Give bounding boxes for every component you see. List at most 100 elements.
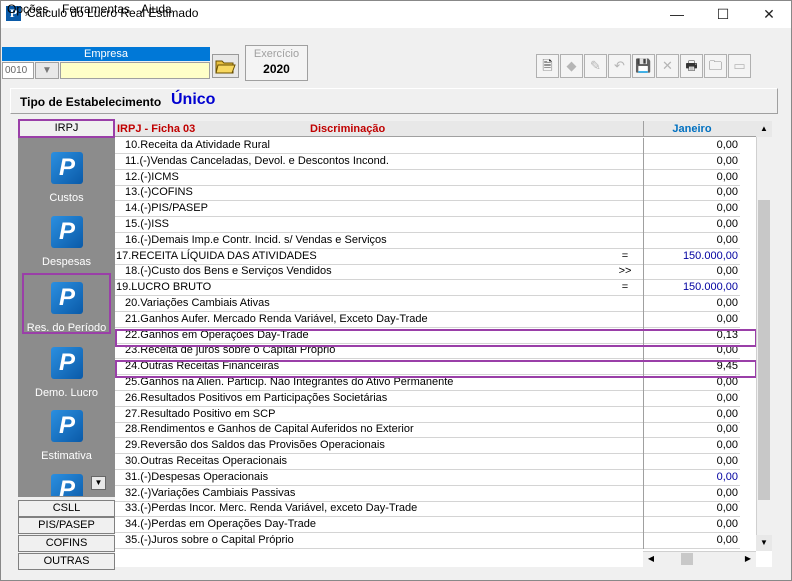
arrow-right-icon: ▶	[744, 554, 752, 563]
table-row[interactable]: 28.Rendimentos e Ganhos de Capital Aufer…	[115, 422, 740, 439]
row-value-cell[interactable]: 0,00	[643, 296, 740, 312]
row-value-cell[interactable]: 0,00	[643, 454, 740, 470]
tab-pispasep[interactable]: PIS/PASEP	[18, 517, 115, 534]
tools-icon: ✎	[590, 58, 601, 73]
row-description: 35.(-)Juros sobre o Capital Próprio	[125, 534, 294, 546]
diamond-button[interactable]: ◆	[560, 54, 583, 78]
close-button[interactable]: ✕	[746, 0, 792, 28]
delete-button[interactable]: ✕	[656, 54, 679, 78]
scroll-left-button[interactable]: ◀	[643, 551, 659, 567]
table-row[interactable]: 26.Resultados Positivos em Participações…	[115, 390, 740, 407]
tab-outras[interactable]: OUTRAS	[18, 553, 115, 570]
table-row[interactable]: 18.(-)Custo dos Bens e Serviços Vendidos…	[115, 264, 740, 281]
row-description: 34.(-)Perdas em Operações Day-Trade	[125, 518, 316, 531]
table-row[interactable]: 19.LUCRO BRUTO = 150.000,00	[115, 280, 740, 297]
row-value-cell[interactable]: 0,00	[643, 311, 740, 328]
scroll-up-button[interactable]: ▲	[756, 121, 772, 137]
row-value-cell[interactable]: 0,00	[643, 138, 740, 154]
table-row[interactable]: 30.Outras Receitas Operacionais 0,00	[115, 454, 740, 470]
table-row[interactable]: 27.Resultado Positivo em SCP 0,00	[115, 406, 740, 423]
table-row[interactable]: 13.(-)COFINS 0,00	[115, 185, 740, 202]
table-row[interactable]: 31.(-)Despesas Operacionais 0,00	[115, 469, 740, 486]
table-row[interactable]: 17.RECEITA LÍQUIDA DAS ATIVIDADES = 150.00…	[115, 248, 740, 265]
row-value-cell[interactable]: 0,00	[643, 153, 740, 170]
print-button[interactable]: 🖶	[680, 54, 703, 78]
row-value-cell[interactable]: 0,00	[643, 217, 740, 233]
row-value-cell[interactable]: 0,00	[643, 390, 740, 407]
folders-button[interactable]: 🗀	[704, 54, 727, 78]
table-row[interactable]: 14.(-)PIS/PASEP 0,00	[115, 201, 740, 218]
empresa-name-field[interactable]	[60, 62, 210, 79]
table-row[interactable]: 35.(-)Juros sobre o Capital Próprio 0,00	[115, 533, 740, 549]
module-4[interactable]: P Estimativa	[18, 410, 115, 472]
tab-csll[interactable]: CSLL	[18, 500, 115, 517]
row-value-cell[interactable]: 0,00	[643, 201, 740, 218]
tipo-estabelecimento-label: Tipo de Estabelecimento	[20, 95, 162, 109]
module-label: Custos	[49, 192, 84, 204]
table-row[interactable]: 12.(-)ICMS 0,00	[115, 169, 740, 186]
window-button[interactable]: ▭	[728, 54, 751, 78]
table-row[interactable]: 11.(-)Vendas Canceladas, Devol. e Descon…	[115, 153, 740, 170]
horizontal-scroll-thumb[interactable]	[681, 553, 693, 565]
module-p-icon: P	[51, 474, 83, 496]
table-row[interactable]: 29.Reversão dos Saldos das Provisões Ope…	[115, 438, 740, 455]
row-description: 28.Rendimentos e Ganhos de Capital Aufer…	[125, 423, 414, 436]
row-value-cell[interactable]: 0,00	[643, 533, 740, 549]
menu-ferramentas[interactable]: Ferramentas	[62, 2, 130, 16]
row-value-cell[interactable]: 0,00	[643, 169, 740, 186]
row-description: 18.(-)Custo dos Bens e Serviços Vendidos	[125, 265, 332, 278]
minimize-button[interactable]: —	[654, 0, 700, 28]
undo-button[interactable]: ↶	[608, 54, 631, 78]
tab-cofins[interactable]: COFINS	[18, 535, 115, 552]
row-value-cell[interactable]: 0,00	[643, 232, 740, 249]
arrow-down-icon: ▼	[760, 538, 768, 547]
scroll-right-button[interactable]: ▶	[740, 551, 756, 567]
document-button[interactable]: 🗎	[536, 54, 559, 78]
tools-button[interactable]: ✎	[584, 54, 607, 78]
row-description: 27.Resultado Positivo em SCP	[125, 407, 276, 420]
row-value-cell[interactable]: 150.000,00	[643, 248, 740, 265]
grid-header-month: Janeiro	[643, 121, 740, 137]
module-0[interactable]: P Custos	[18, 152, 115, 214]
row-description: 15.(-)ISS	[125, 218, 170, 230]
tipo-estabelecimento-value: Único	[171, 91, 216, 108]
empresa-code-field[interactable]: 0010	[2, 62, 34, 79]
module-p-icon: P	[51, 410, 83, 442]
module-1[interactable]: P Despesas	[18, 216, 115, 278]
table-row[interactable]: 21.Ganhos Aufer. Mercado Renda Variável,…	[115, 311, 740, 328]
exercicio-box[interactable]: Exercício 2020	[245, 45, 308, 81]
undo-icon: ↶	[614, 58, 625, 73]
row-description: 29.Reversão dos Saldos das Provisões Ope…	[125, 439, 385, 452]
row-value-cell[interactable]: 0,00	[643, 422, 740, 439]
table-row[interactable]: 33.(-)Perdas Incor. Merc. Renda Variável…	[115, 501, 740, 518]
row-value-cell[interactable]: 0,00	[643, 485, 740, 502]
row-operator: =	[621, 281, 629, 294]
table-row[interactable]: 16.(-)Demais Imp.e Contr. Incid. s/ Vend…	[115, 232, 740, 249]
row-value-cell[interactable]: 0,00	[643, 469, 740, 486]
table-row[interactable]: 34.(-)Perdas em Operações Day-Trade 0,00	[115, 517, 740, 534]
empresa-dropdown-button[interactable]: ▼	[35, 62, 59, 79]
vertical-scroll-thumb[interactable]	[758, 200, 770, 500]
side-scroll-down-button[interactable]: ▼	[91, 476, 106, 490]
row-operator: >>	[618, 265, 632, 278]
table-row[interactable]: 32.(-)Variações Cambiais Passivas 0,00	[115, 485, 740, 502]
row-value-cell[interactable]: 150.000,00	[643, 280, 740, 297]
menu-ajuda[interactable]: Ajuda	[141, 2, 172, 16]
scroll-down-button[interactable]: ▼	[756, 535, 772, 551]
save-button[interactable]: 💾	[632, 54, 655, 78]
row-description: 12.(-)ICMS	[125, 170, 179, 183]
row-value-cell[interactable]: 0,00	[643, 406, 740, 423]
tab-irpj[interactable]: IRPJ	[18, 119, 115, 138]
maximize-button[interactable]: ☐	[700, 0, 746, 28]
module-3[interactable]: P Demo. Lucro	[18, 347, 115, 409]
row-value-cell[interactable]: 0,00	[643, 501, 740, 518]
row-value-cell[interactable]: 0,00	[643, 264, 740, 281]
table-row[interactable]: 15.(-)ISS 0,00	[115, 217, 740, 233]
open-folder-button[interactable]	[212, 54, 239, 78]
menu-opcoes[interactable]: Opções	[7, 2, 48, 16]
table-row[interactable]: 20.Variações Cambiais Ativas 0,00	[115, 296, 740, 312]
row-value-cell[interactable]: 0,00	[643, 438, 740, 455]
table-row[interactable]: 10.Receita da Atividade Rural 0,00	[115, 138, 740, 154]
row-value-cell[interactable]: 0,00	[643, 517, 740, 534]
row-value-cell[interactable]: 0,00	[643, 185, 740, 202]
